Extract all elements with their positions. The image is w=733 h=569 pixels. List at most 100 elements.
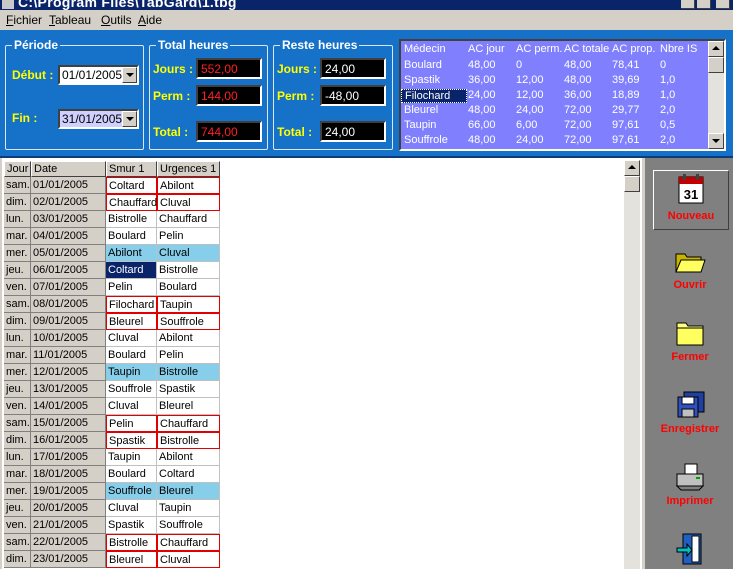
table-row[interactable]: mer. 05/01/2005 Abilont Cluval (2, 245, 222, 262)
table-row[interactable]: sam. 08/01/2005 Filochard Taupin (2, 296, 222, 313)
fin-date-picker[interactable]: 31/01/2005 (58, 109, 139, 129)
scroll-thumb[interactable] (708, 57, 724, 73)
urg-cell[interactable]: Taupin (157, 500, 220, 517)
chevron-down-icon[interactable] (122, 67, 137, 83)
menu-fichier[interactable]: Fichier (6, 13, 42, 27)
ouvrir-button[interactable]: Ouvrir (653, 246, 727, 296)
col-header-jour[interactable]: Jour (4, 161, 31, 177)
smur-cell[interactable]: Souffrole (106, 483, 157, 500)
medecin-row[interactable]: Boulard 48,00 0 48,00 78,41 0 (401, 59, 711, 73)
urg-cell[interactable]: Abilont (157, 330, 220, 347)
scroll-thumb[interactable] (624, 176, 640, 192)
smur-cell[interactable]: Souffrole (106, 381, 157, 398)
table-row[interactable]: mar. 04/01/2005 Boulard Pelin (2, 228, 222, 245)
urg-cell[interactable]: Taupin (157, 296, 220, 313)
medecin-row[interactable]: Souffrole 48,00 24,00 72,00 97,61 2,0 (401, 134, 711, 148)
table-row[interactable]: dim. 23/01/2005 Bleurel Cluval (2, 551, 222, 568)
medecin-row[interactable]: Taupin 66,00 6,00 72,00 97,61 0,5 (401, 119, 711, 133)
urg-cell[interactable]: Cluval (157, 551, 220, 568)
scroll-down-icon[interactable] (708, 133, 724, 149)
urg-cell[interactable]: Cluval (157, 194, 220, 211)
schedule-grid[interactable]: Jour Date Smur 1 Urgences 1 sam. 01/01/20… (2, 158, 642, 569)
smur-cell[interactable]: Bleurel (106, 551, 157, 568)
urg-cell[interactable]: Abilont (157, 449, 220, 466)
urg-cell[interactable]: Boulard (157, 279, 220, 296)
fermer-button[interactable]: Fermer (653, 318, 727, 368)
col-header-smur[interactable]: Smur 1 (106, 161, 157, 177)
smur-cell[interactable]: Taupin (106, 364, 157, 381)
medecins-table[interactable]: Médecin AC jour AC perm. AC totale AC pr… (399, 39, 726, 151)
table-row[interactable]: lun. 03/01/2005 Bistrolle Chauffard (2, 211, 222, 228)
medecin-row[interactable]: Filochard 24,00 12,00 36,00 18,89 1,0 (401, 89, 711, 103)
smur-cell[interactable]: Bistrolle (106, 534, 157, 551)
smur-cell[interactable]: Boulard (106, 347, 157, 364)
table-row[interactable]: jeu. 20/01/2005 Cluval Taupin (2, 500, 222, 517)
urg-cell[interactable]: Bistrolle (157, 364, 220, 381)
table-row[interactable]: lun. 10/01/2005 Cluval Abilont (2, 330, 222, 347)
minimize-button[interactable] (681, 0, 695, 9)
smur-cell[interactable]: Spastik (106, 517, 157, 534)
smur-cell[interactable]: Coltard (106, 177, 157, 194)
smur-cell[interactable]: Spastik (106, 432, 157, 449)
urg-cell[interactable]: Bistrolle (157, 262, 220, 279)
menu-aide[interactable]: Aide (138, 13, 162, 27)
table-row[interactable]: jeu. 06/01/2005 Coltard Bistrolle (2, 262, 222, 279)
urg-cell[interactable]: Spastik (157, 381, 220, 398)
table-row[interactable]: mar. 11/01/2005 Boulard Pelin (2, 347, 222, 364)
debut-date-picker[interactable]: 01/01/2005 (58, 65, 139, 85)
urg-cell[interactable]: Abilont (157, 177, 220, 194)
urg-cell[interactable]: Cluval (157, 245, 220, 262)
table-row[interactable]: dim. 02/01/2005 Chauffard Cluval (2, 194, 222, 211)
urg-cell[interactable]: Souffrole (157, 313, 220, 330)
smur-cell[interactable]: Bistrolle (106, 211, 157, 228)
table-row[interactable]: sam. 01/01/2005 Coltard Abilont (2, 177, 222, 194)
urg-cell[interactable]: Pelin (157, 347, 220, 364)
smur-cell[interactable]: Pelin (106, 415, 157, 432)
smur-cell[interactable]: Cluval (106, 500, 157, 517)
urg-cell[interactable]: Chauffard (157, 211, 220, 228)
smur-cell[interactable]: Cluval (106, 398, 157, 415)
menu-outils[interactable]: Outils (101, 13, 132, 27)
medecin-row[interactable]: Spastik 36,00 12,00 48,00 39,69 1,0 (401, 74, 711, 88)
chevron-down-icon[interactable] (122, 111, 137, 127)
medecins-scrollbar[interactable] (708, 41, 724, 149)
urg-cell[interactable]: Bistrolle (157, 432, 220, 449)
quitter-button[interactable] (653, 532, 727, 569)
smur-cell[interactable]: Coltard (106, 262, 157, 279)
table-row[interactable]: sam. 22/01/2005 Bistrolle Chauffard (2, 534, 222, 551)
urg-cell[interactable]: Pelin (157, 228, 220, 245)
table-row[interactable]: dim. 09/01/2005 Bleurel Souffrole (2, 313, 222, 330)
smur-cell[interactable]: Boulard (106, 466, 157, 483)
table-row[interactable]: mar. 18/01/2005 Boulard Coltard (2, 466, 222, 483)
scroll-up-icon[interactable] (708, 41, 724, 57)
smur-cell[interactable]: Filochard (106, 296, 157, 313)
table-row[interactable]: sam. 15/01/2005 Pelin Chauffard (2, 415, 222, 432)
table-row[interactable]: lun. 17/01/2005 Taupin Abilont (2, 449, 222, 466)
smur-cell[interactable]: Chauffard (106, 194, 157, 211)
smur-cell[interactable]: Cluval (106, 330, 157, 347)
close-button[interactable] (716, 0, 730, 9)
medecin-row[interactable]: Bleurel 48,00 24,00 72,00 29,77 2,0 (401, 104, 711, 118)
enregistrer-button[interactable]: Enregistrer (653, 390, 727, 440)
scroll-up-icon[interactable] (624, 160, 640, 176)
menu-tableau[interactable]: Tableau (49, 13, 91, 27)
urg-cell[interactable]: Bleurel (157, 398, 220, 415)
table-row[interactable]: dim. 16/01/2005 Spastik Bistrolle (2, 432, 222, 449)
table-row[interactable]: mer. 19/01/2005 Souffrole Bleurel (2, 483, 222, 500)
urg-cell[interactable]: Coltard (157, 466, 220, 483)
smur-cell[interactable]: Taupin (106, 449, 157, 466)
grid-scrollbar[interactable] (624, 160, 640, 569)
table-row[interactable]: ven. 21/01/2005 Spastik Souffrole (2, 517, 222, 534)
col-header-date[interactable]: Date (31, 161, 106, 177)
col-header-urgences[interactable]: Urgences 1 (157, 161, 220, 177)
table-row[interactable]: ven. 14/01/2005 Cluval Bleurel (2, 398, 222, 415)
table-row[interactable]: ven. 07/01/2005 Pelin Boulard (2, 279, 222, 296)
smur-cell[interactable]: Pelin (106, 279, 157, 296)
urg-cell[interactable]: Chauffard (157, 415, 220, 432)
urg-cell[interactable]: Bleurel (157, 483, 220, 500)
smur-cell[interactable]: Abilont (106, 245, 157, 262)
maximize-button[interactable] (697, 0, 711, 9)
smur-cell[interactable]: Boulard (106, 228, 157, 245)
smur-cell[interactable]: Bleurel (106, 313, 157, 330)
imprimer-button[interactable]: Imprimer (653, 462, 727, 512)
